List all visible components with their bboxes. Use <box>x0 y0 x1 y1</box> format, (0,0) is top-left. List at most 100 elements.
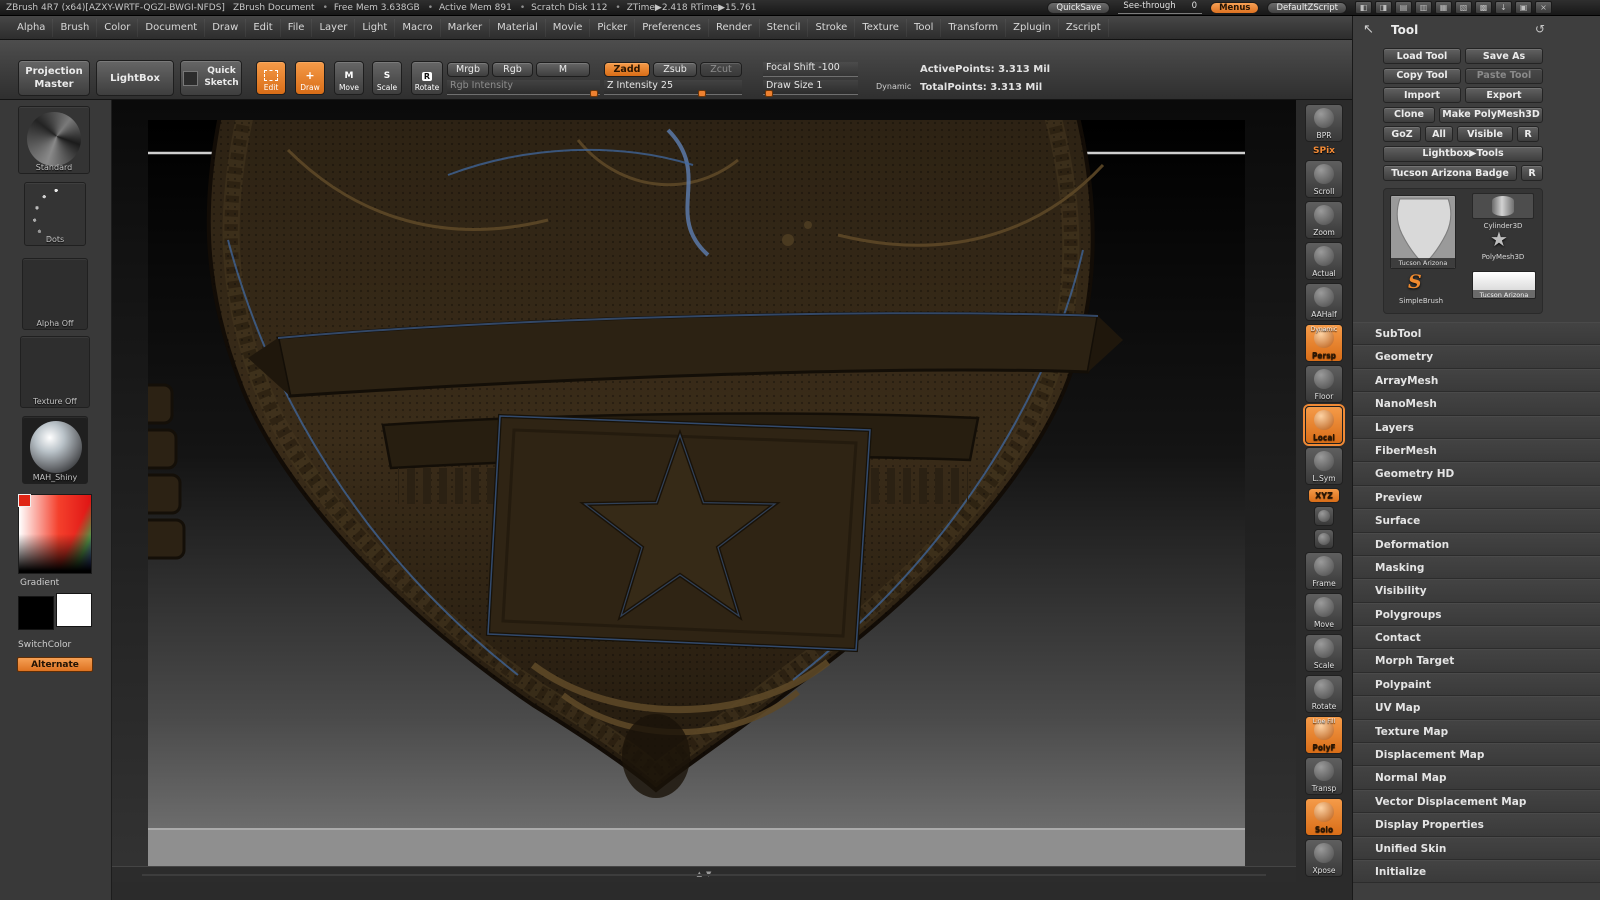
copy-document-icon[interactable]: ▤ <box>1395 1 1412 14</box>
paste-tool-button[interactable]: Paste Tool <box>1465 67 1543 84</box>
quick-sketch-button[interactable]: Quick Sketch <box>180 60 242 96</box>
goz-all-button[interactable]: All <box>1425 126 1453 142</box>
gradient-button[interactable]: Gradient <box>20 578 59 588</box>
right-shelf-button[interactable]: SPix <box>1305 145 1343 157</box>
zadd-button[interactable]: Zadd <box>604 62 650 77</box>
draw-size-knob[interactable] <box>765 90 773 97</box>
subpalette-header[interactable]: Deformation <box>1353 532 1600 556</box>
menus-button[interactable]: Menus <box>1210 1 1260 14</box>
right-shelf-button[interactable]: Scroll <box>1305 160 1343 198</box>
right-shelf-button[interactable]: Move <box>1305 593 1343 631</box>
subpalette-header[interactable]: ArrayMesh <box>1353 368 1600 393</box>
z-intensity-knob[interactable] <box>697 90 706 97</box>
subpalette-header[interactable]: Texture Map <box>1353 719 1600 744</box>
document-canvas[interactable] <box>126 78 1245 866</box>
subpalette-header[interactable]: FiberMesh <box>1353 438 1600 463</box>
z-intensity-slider[interactable]: Z Intensity 25 <box>604 80 742 97</box>
move-button[interactable]: M Move <box>334 61 364 95</box>
right-shelf-button[interactable]: Local <box>1305 406 1343 444</box>
export-button[interactable]: Export <box>1465 87 1543 103</box>
tucson-tool-thumbnail[interactable]: Tucson Arizona <box>1472 271 1536 299</box>
menu-item[interactable]: Movie <box>546 18 591 37</box>
right-shelf-button[interactable]: Zoom <box>1305 201 1343 239</box>
menu-item[interactable]: Render <box>709 18 760 37</box>
menu-item[interactable]: Macro <box>395 18 441 37</box>
menu-item[interactable]: Light <box>355 18 396 37</box>
import-document-icon[interactable]: ▦ <box>1435 1 1452 14</box>
polymesh3d-star-icon[interactable]: ★ <box>1490 229 1508 249</box>
right-shelf-button[interactable]: Xpose <box>1305 839 1343 877</box>
subpalette-header[interactable]: Preview <box>1353 485 1600 510</box>
menu-item[interactable]: Stroke <box>808 18 856 37</box>
menu-item[interactable]: Marker <box>441 18 491 37</box>
menu-item[interactable]: Material <box>490 18 546 37</box>
current-alpha-thumbnail[interactable]: Alpha Off <box>22 258 88 330</box>
right-shelf-button[interactable]: Transp <box>1305 757 1343 795</box>
right-shelf-button[interactable] <box>1314 506 1334 526</box>
subpalette-header[interactable]: Initialize <box>1353 859 1600 884</box>
menu-item[interactable]: Preferences <box>635 18 710 37</box>
zsub-button[interactable]: Zsub <box>653 62 697 77</box>
goz-button[interactable]: GoZ <box>1383 126 1421 142</box>
zcut-button[interactable]: Zcut <box>700 62 742 77</box>
color-picker[interactable] <box>18 494 92 574</box>
right-shelf-button[interactable]: Solo <box>1305 798 1343 836</box>
subpalette-header[interactable]: Geometry <box>1353 345 1600 369</box>
right-shelf-button[interactable]: Dynamic Persp <box>1305 324 1343 362</box>
load-tool-button[interactable]: Load Tool <box>1383 48 1461 64</box>
m-button[interactable]: M <box>536 62 590 77</box>
right-shelf-button[interactable]: BPR <box>1305 104 1343 142</box>
subpalette-header[interactable]: NanoMesh <box>1353 392 1600 416</box>
menu-item[interactable]: Zscript <box>1059 18 1109 37</box>
current-tool-r-button[interactable]: R <box>1521 165 1543 181</box>
subpalette-header[interactable]: Polypaint <box>1353 672 1600 697</box>
close-icon[interactable]: × <box>1535 1 1552 14</box>
save-as-button[interactable]: Save As <box>1465 48 1543 64</box>
focal-shift-slider[interactable]: Focal Shift -100 <box>763 62 858 77</box>
subpalette-header[interactable]: Geometry HD <box>1353 462 1600 486</box>
menu-item[interactable]: Color <box>97 18 139 37</box>
rgb-intensity-slider[interactable]: Rgb Intensity <box>447 80 600 97</box>
subpalette-header[interactable]: Layers <box>1353 415 1600 439</box>
goz-r-button[interactable]: R <box>1517 126 1539 142</box>
alt-color-swatch[interactable] <box>56 593 92 627</box>
right-shelf-button[interactable]: Actual <box>1305 242 1343 280</box>
subpalette-header[interactable]: Morph Target <box>1353 649 1600 673</box>
menu-item[interactable]: Texture <box>855 18 907 37</box>
draw-size-slider[interactable]: Draw Size 1 <box>763 80 858 97</box>
scale-button[interactable]: S Scale <box>372 61 402 95</box>
panel-collapse-icon[interactable]: ↖ <box>1363 22 1374 37</box>
menu-item[interactable]: Zplugin <box>1006 18 1059 37</box>
menu-item[interactable]: Transform <box>941 18 1007 37</box>
subpalette-header[interactable]: Surface <box>1353 509 1600 533</box>
quicksave-button[interactable]: QuickSave <box>1047 1 1111 14</box>
menu-item[interactable]: Picker <box>590 18 636 37</box>
panel-reset-icon[interactable]: ↺ <box>1535 22 1545 36</box>
right-shelf-button[interactable]: Floor <box>1305 365 1343 403</box>
subpalette-header[interactable]: UV Map <box>1353 696 1600 720</box>
edit-button[interactable]: Edit <box>256 61 286 95</box>
current-stroke-thumbnail[interactable]: Dots <box>24 182 86 246</box>
minimize-icon[interactable]: ↓ <box>1495 1 1512 14</box>
menu-item[interactable]: File <box>281 18 313 37</box>
mrgb-button[interactable]: Mrgb <box>447 62 489 77</box>
rgb-button[interactable]: Rgb <box>492 62 533 77</box>
make-polymesh3d-button[interactable]: Make PolyMesh3D <box>1439 106 1543 123</box>
current-texture-thumbnail[interactable]: Texture Off <box>20 336 90 408</box>
right-shelf-button[interactable]: AAHalf <box>1305 283 1343 321</box>
goz-visible-button[interactable]: Visible <box>1457 126 1513 142</box>
lightbox-tools-button[interactable]: Lightbox▶Tools <box>1383 145 1543 162</box>
subpalette-header[interactable]: Vector Displacement Map <box>1353 789 1600 814</box>
scroll-controls-icon[interactable]: ◧ <box>1355 1 1372 14</box>
right-shelf-button[interactable]: Scale <box>1305 634 1343 672</box>
projection-master-button[interactable]: Projection Master <box>18 60 90 96</box>
lightbox-button[interactable]: LightBox <box>96 60 174 96</box>
fullscreen-icon[interactable]: ▣ <box>1515 1 1532 14</box>
import-button[interactable]: Import <box>1383 87 1461 103</box>
right-shelf-button[interactable]: XYZ <box>1308 488 1340 503</box>
main-color-swatch[interactable] <box>18 596 54 630</box>
copy-tool-button[interactable]: Copy Tool <box>1383 67 1461 84</box>
right-shelf-button[interactable]: L.Sym <box>1305 447 1343 485</box>
subpalette-header[interactable]: Normal Map <box>1353 766 1600 790</box>
canvas-horizontal-scrollbar[interactable]: ▲ ▼ <box>112 866 1296 882</box>
